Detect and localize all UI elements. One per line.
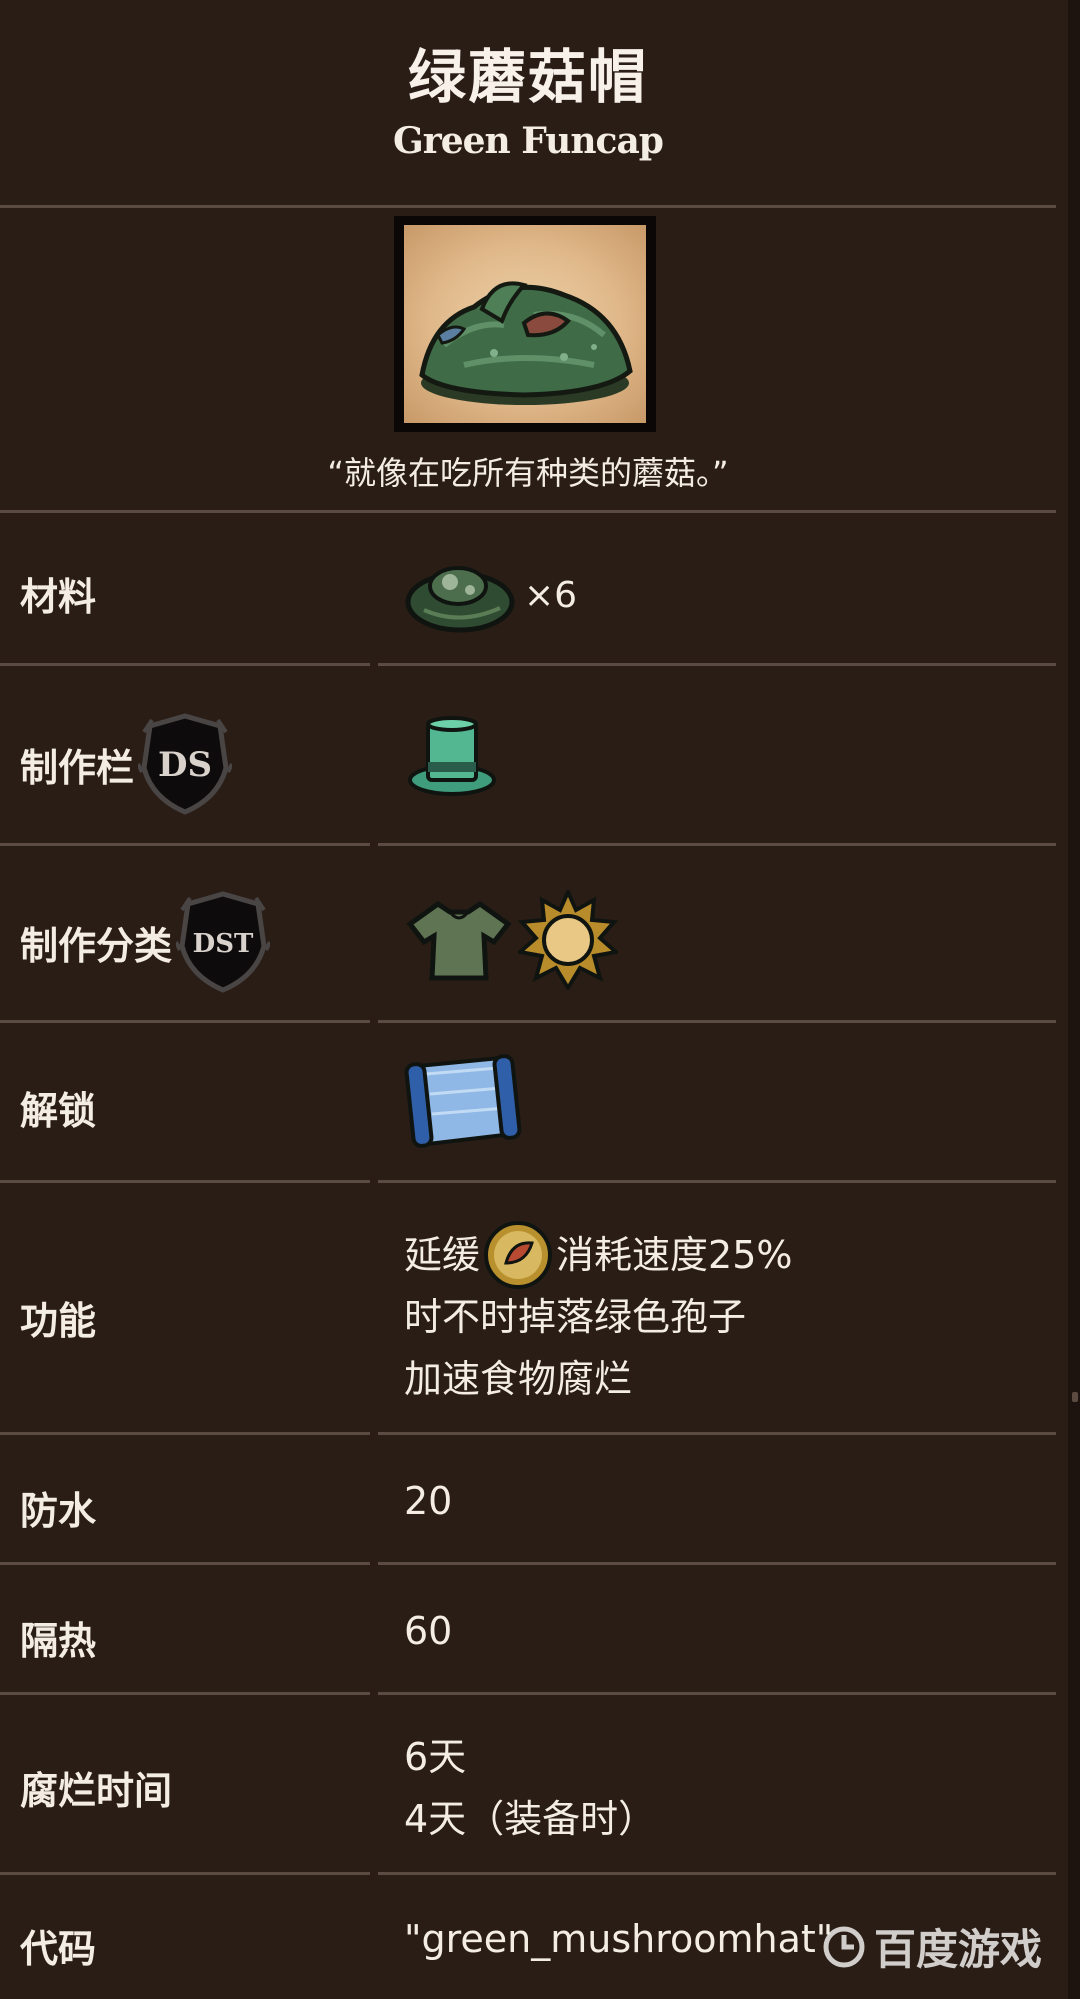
divider bbox=[378, 1872, 1056, 1875]
divider bbox=[378, 1692, 1056, 1695]
divider bbox=[0, 1432, 370, 1435]
insulation-value: 60 bbox=[404, 1609, 453, 1653]
baidu-games-logo-icon bbox=[823, 1926, 865, 1967]
divider bbox=[378, 1180, 1056, 1183]
divider bbox=[0, 1872, 370, 1875]
function-value: 延缓 消耗速度25% 时不时掉落绿色孢子 加速食物腐烂 bbox=[404, 1221, 793, 1410]
divider bbox=[0, 510, 1056, 513]
divider bbox=[378, 663, 1056, 666]
function-line1-suffix: 消耗速度25% bbox=[556, 1233, 793, 1277]
divider bbox=[0, 1562, 370, 1565]
item-image-frame bbox=[394, 216, 656, 432]
divider bbox=[0, 1692, 370, 1695]
code-label: 代码 bbox=[20, 1918, 96, 1973]
waterproof-value: 20 bbox=[404, 1479, 453, 1523]
divider bbox=[378, 1562, 1056, 1565]
divider bbox=[378, 843, 1056, 846]
divider bbox=[0, 1020, 370, 1023]
spoil-time-line1: 6天 bbox=[404, 1735, 467, 1779]
unlock-value bbox=[404, 1054, 524, 1168]
function-line1-prefix: 延缓 bbox=[404, 1233, 481, 1277]
blueprint-icon[interactable] bbox=[404, 1054, 524, 1150]
wiki-infobox: 绿蘑菇帽 Green Funcap “就像在吃所有种类的蘑菇。” 材料 ×6 制… bbox=[0, 0, 1068, 1999]
materials-label: 材料 bbox=[20, 566, 96, 621]
divider bbox=[378, 1432, 1056, 1435]
divider bbox=[0, 663, 370, 666]
divider bbox=[0, 1180, 370, 1183]
spoil-time-line2: 4天（装备时） bbox=[404, 1797, 657, 1841]
green-mushroom-hat-icon bbox=[419, 281, 633, 405]
craft-category-value bbox=[404, 890, 618, 990]
dst-badge-icon: DST bbox=[176, 891, 271, 993]
item-title: 绿蘑菇帽 bbox=[407, 43, 648, 111]
dst-badge-text: DST bbox=[193, 929, 254, 959]
materials-count: ×6 bbox=[524, 575, 578, 616]
item-subtitle: Green Funcap bbox=[393, 120, 664, 162]
insulation-label: 隔热 bbox=[20, 1610, 96, 1665]
scrollbar-thumb[interactable] bbox=[1072, 1392, 1078, 1402]
waterproof-label: 防水 bbox=[20, 1480, 96, 1535]
function-label-text: 功能 bbox=[20, 1299, 97, 1343]
unlock-label-text: 解锁 bbox=[20, 1089, 97, 1133]
function-line2: 时不时掉落绿色孢子 bbox=[404, 1295, 747, 1339]
craft-tab-value bbox=[404, 710, 500, 824]
ds-badge-icon: DS bbox=[138, 713, 233, 815]
code-label-text: 代码 bbox=[20, 1927, 97, 1971]
craft-category-label-text: 制作分类 bbox=[20, 923, 173, 968]
watermark: 百度游戏 bbox=[820, 1916, 1042, 1977]
materials-value: ×6 bbox=[404, 552, 577, 640]
clothing-icon[interactable] bbox=[404, 894, 514, 986]
divider bbox=[0, 843, 370, 846]
item-quote: “就像在吃所有种类的蘑菇。” bbox=[327, 454, 729, 492]
function-line3: 加速食物腐烂 bbox=[404, 1357, 633, 1401]
spoil-time-value: 6天 4天（装备时） bbox=[404, 1726, 656, 1850]
spoil-time-label-text: 腐烂时间 bbox=[20, 1769, 173, 1813]
craft-category-label: 制作分类 DST bbox=[20, 890, 271, 994]
divider bbox=[0, 205, 1056, 208]
hunger-icon bbox=[484, 1221, 553, 1289]
insulation-label-text: 隔热 bbox=[20, 1619, 97, 1663]
ds-badge-text: DS bbox=[158, 745, 212, 785]
craft-tab-label: 制作栏 DS bbox=[20, 712, 233, 816]
function-label: 功能 bbox=[20, 1290, 96, 1345]
green-cap-icon[interactable] bbox=[404, 552, 520, 640]
code-value: "green_mushroomhat" bbox=[404, 1917, 834, 1961]
watermark-text: 百度游戏 bbox=[874, 1925, 1043, 1974]
dress-tab-tophat-icon[interactable] bbox=[404, 710, 500, 806]
summer-sun-icon[interactable] bbox=[518, 890, 618, 990]
materials-label-text: 材料 bbox=[20, 575, 97, 619]
craft-tab-label-text: 制作栏 bbox=[20, 745, 135, 790]
divider bbox=[378, 1020, 1056, 1023]
waterproof-label-text: 防水 bbox=[20, 1489, 97, 1533]
unlock-label: 解锁 bbox=[20, 1080, 96, 1135]
spoil-time-label: 腐烂时间 bbox=[20, 1760, 172, 1815]
scrollbar[interactable] bbox=[1068, 0, 1080, 1999]
